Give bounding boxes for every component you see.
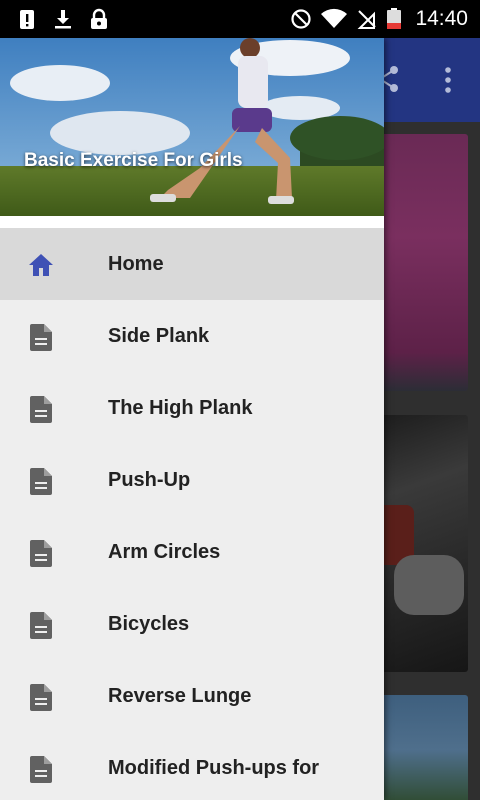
menu-item-label: Bicycles: [108, 612, 190, 635]
card-image-detail: [394, 555, 464, 615]
menu-item-modified-push-ups[interactable]: Modified Push-ups for: [0, 732, 384, 800]
menu-item-push-up[interactable]: Push-Up: [0, 444, 384, 516]
document-icon: [30, 756, 52, 783]
document-icon: [30, 684, 52, 711]
menu-item-label: Arm Circles: [108, 540, 221, 563]
do-not-disturb-icon: [291, 9, 311, 29]
status-time: 14:40: [415, 7, 468, 30]
battery-low-icon: [387, 8, 401, 29]
menu-item-label: Side Plank: [108, 324, 210, 347]
menu-item-bicycles[interactable]: Bicycles: [0, 588, 384, 660]
drawer-header: Basic Exercise For Girls: [0, 38, 384, 216]
menu-item-home[interactable]: Home: [0, 228, 384, 300]
document-icon: [30, 396, 52, 423]
document-icon: [30, 324, 52, 351]
drawer-menu: Home Side Plank The High Plank Push-Up A…: [0, 228, 384, 800]
drawer-header-title: Basic Exercise For Girls: [24, 150, 243, 171]
alert-icon: [20, 10, 34, 29]
home-icon: [29, 254, 53, 276]
download-icon: [55, 10, 71, 29]
menu-item-arm-circles[interactable]: Arm Circles: [0, 516, 384, 588]
menu-item-label: Push-Up: [108, 468, 191, 491]
menu-item-label: Home: [108, 252, 164, 275]
document-icon: [30, 540, 52, 567]
header-divider: [0, 216, 384, 228]
document-icon: [30, 468, 52, 495]
menu-item-label: Reverse Lunge: [108, 684, 252, 707]
status-bar: 14:40: [0, 0, 480, 38]
header-image: [0, 38, 384, 216]
menu-item-label: The High Plank: [108, 396, 253, 419]
menu-item-side-plank[interactable]: Side Plank: [0, 300, 384, 372]
no-sim-icon: [357, 10, 376, 29]
navigation-drawer: Basic Exercise For Girls Home Side Plank: [0, 38, 384, 800]
more-vert-icon[interactable]: [438, 66, 458, 94]
document-icon: [30, 612, 52, 639]
menu-item-label: Modified Push-ups for: [108, 756, 320, 779]
wifi-icon: [321, 8, 347, 28]
lock-icon: [91, 8, 107, 29]
menu-item-reverse-lunge[interactable]: Reverse Lunge: [0, 660, 384, 732]
menu-item-the-high-plank[interactable]: The High Plank: [0, 372, 384, 444]
